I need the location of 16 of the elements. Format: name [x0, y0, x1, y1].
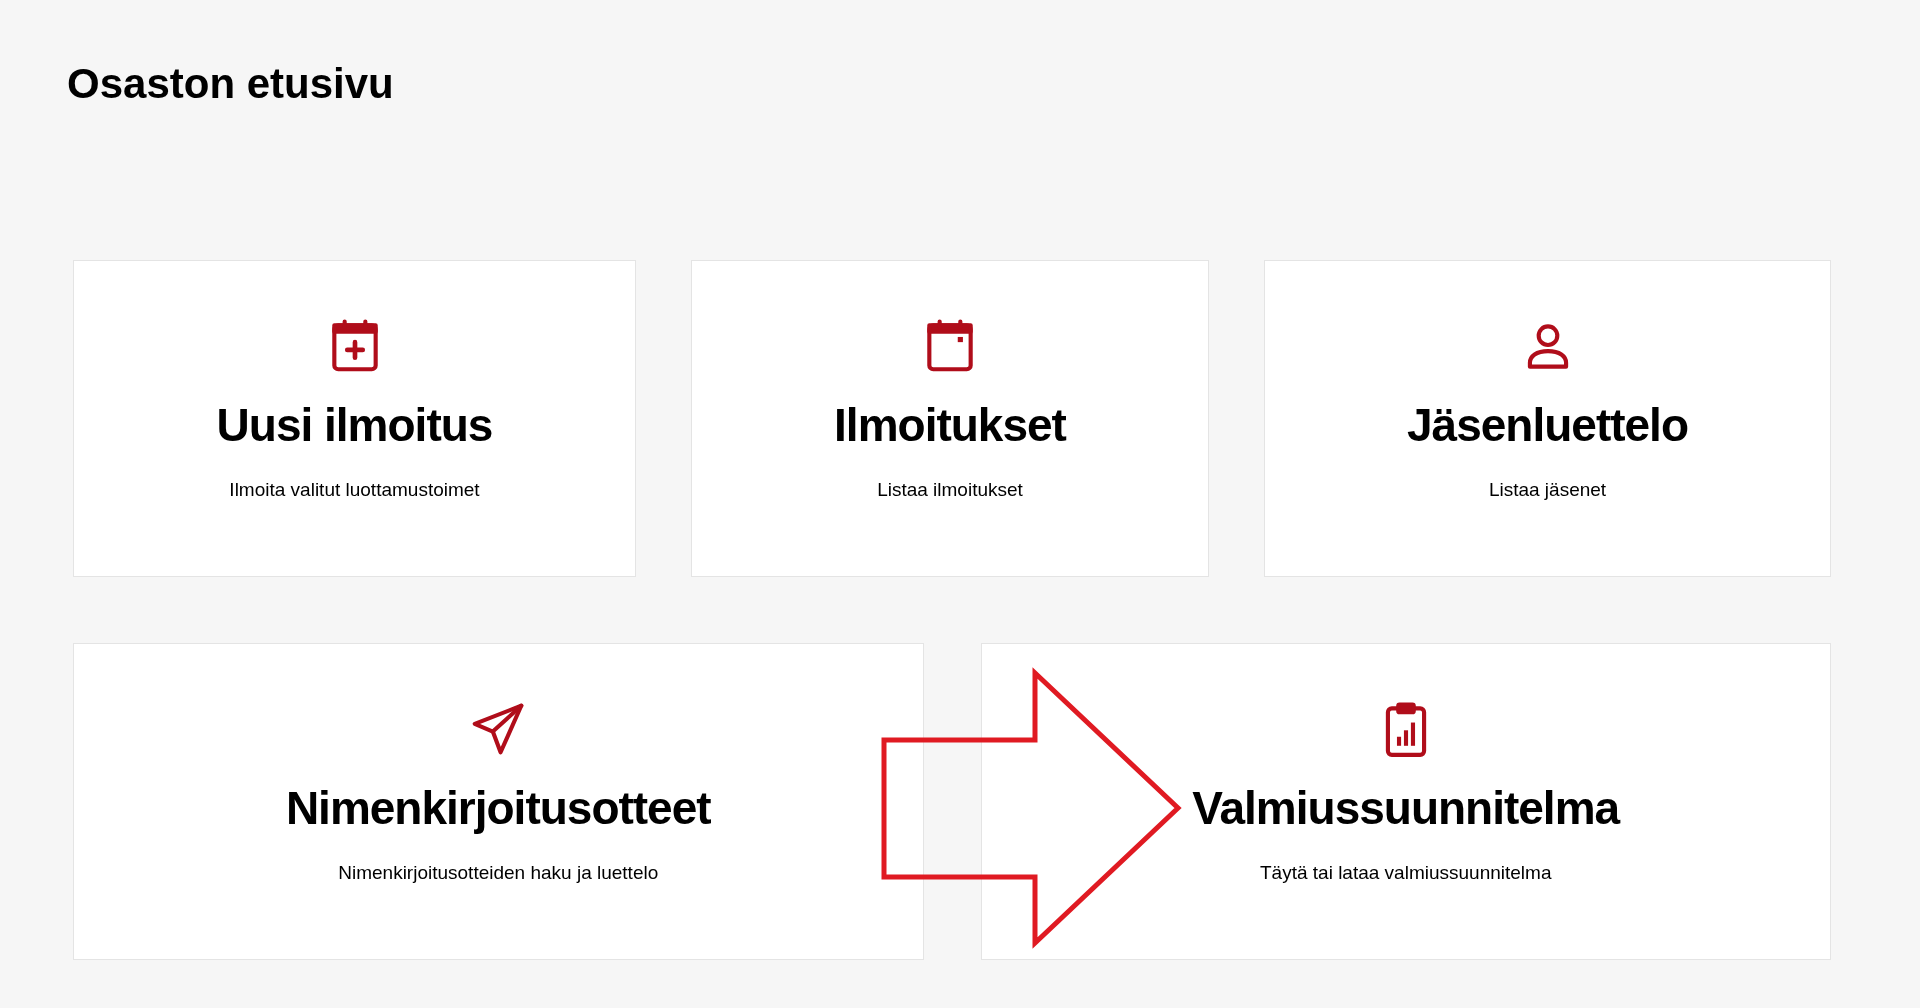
card-title: Ilmoitukset	[834, 398, 1066, 453]
navigation-card[interactable]: Ilmoitukset Listaa ilmoitukset	[691, 260, 1209, 577]
card-description: Täytä tai lataa valmiussuunnitelma	[1260, 862, 1552, 884]
card-description: Listaa jäsenet	[1488, 479, 1607, 501]
card-title: Valmiussuunnitelma	[1192, 781, 1620, 836]
page-title: Osaston etusivu	[67, 59, 395, 109]
navigation-card[interactable]: Uusi ilmoitus Ilmoita valitut luottamustoimet	[73, 260, 636, 577]
card-title: Nimenkirjoitusotteet	[285, 781, 711, 836]
card-title: Jäsenluettelo	[1407, 398, 1688, 453]
card-description: Listaa ilmoitukset	[877, 479, 1023, 501]
card-description: Nimenkirjoitusotteiden haku ja luettelo	[338, 862, 659, 884]
navigation-card[interactable]: Valmiussuunnitelma Täytä tai lataa valmiussuunnitelma	[980, 643, 1831, 960]
navigation-card[interactable]: Nimenkirjoitusotteet Nimenkirjoitusotteiden haku ja luettelo	[73, 643, 924, 960]
card-description: Ilmoita valitut luottamustoimet	[229, 479, 480, 501]
navigation-card[interactable]: Jäsenluettelo Listaa jäsenet	[1264, 260, 1831, 577]
card-title: Uusi ilmoitus	[216, 398, 493, 453]
